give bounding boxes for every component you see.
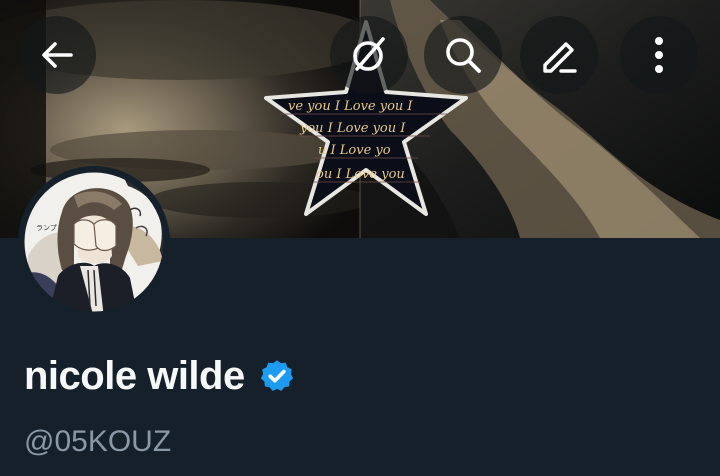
- more-vertical-icon: [655, 37, 663, 73]
- verified-badge-icon[interactable]: [259, 358, 295, 394]
- svg-text:u I Love yo: u I Love yo: [318, 143, 391, 158]
- profile-name-row: nicole wilde: [24, 352, 295, 400]
- svg-text:you I Love you I: you I Love you I: [299, 121, 406, 136]
- more-options-button[interactable]: [620, 16, 698, 94]
- display-name: nicole wilde: [24, 354, 245, 398]
- svg-text:ou I Love you: ou I Love you: [316, 167, 405, 182]
- profile-avatar[interactable]: ランプ: [18, 166, 170, 318]
- svg-text:ve you I Love you I: ve you I Love you I: [288, 99, 413, 114]
- search-icon: [446, 38, 481, 73]
- profile-page: ve you I Love you I you I Love you I u I…: [0, 0, 720, 476]
- svg-text:ランプ: ランプ: [36, 224, 57, 232]
- grok-button[interactable]: [330, 16, 408, 94]
- back-button[interactable]: [18, 16, 96, 94]
- profile-handle: @05KOUZ: [24, 425, 172, 458]
- grok-icon: [353, 37, 385, 71]
- search-button[interactable]: [424, 16, 502, 94]
- edit-profile-button[interactable]: [520, 16, 598, 94]
- pencil-icon: [543, 42, 577, 73]
- arrow-left-icon: [42, 42, 73, 68]
